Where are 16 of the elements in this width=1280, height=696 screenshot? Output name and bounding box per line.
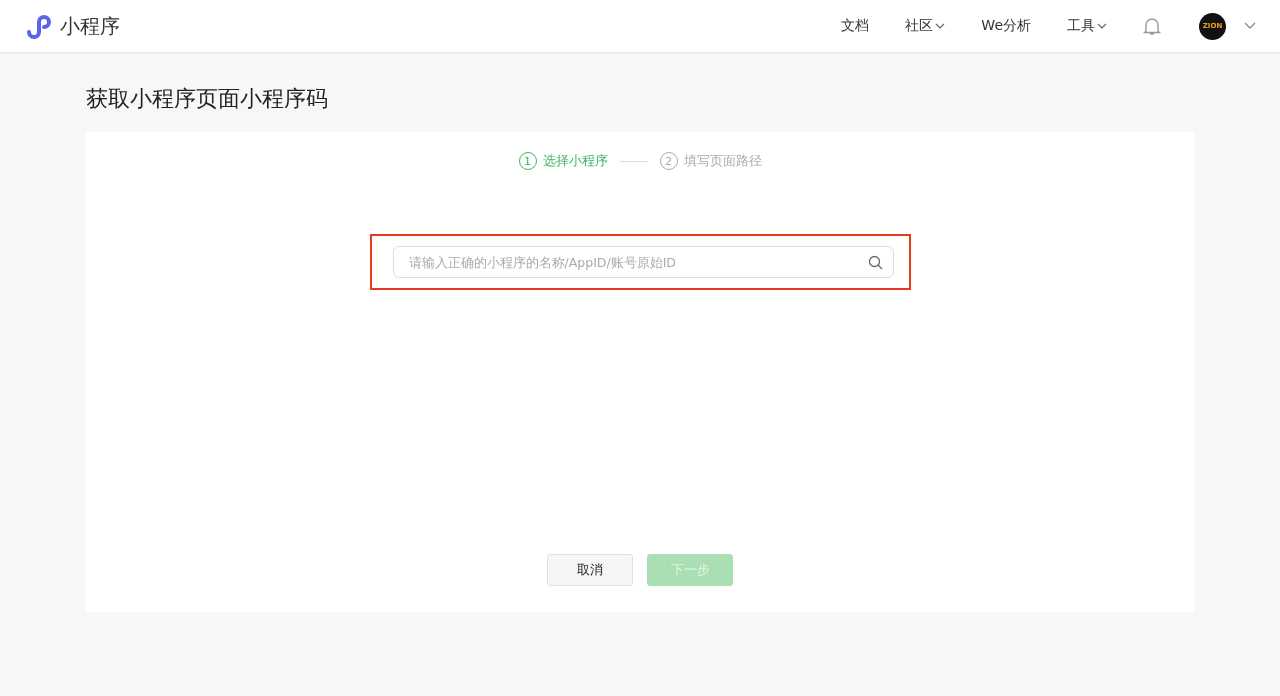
caret-icon [935,23,946,29]
nav-link[interactable]: We分析 [981,17,1031,35]
caret-icon[interactable] [1244,22,1256,30]
page-title: 获取小程序页面小程序码 [86,85,329,113]
step-indicator: 2 填写页面路径 [659,152,762,170]
nav-link[interactable]: 文档 [841,17,870,35]
nav-link[interactable]: 社区 [905,17,946,35]
search-icon[interactable] [867,255,883,270]
app-name: 小程序 [60,12,120,40]
step-indicator: 1 选择小程序 [518,152,608,170]
bell-icon[interactable] [1143,16,1161,36]
cancel-button[interactable]: 取消 [547,554,633,586]
logo-icon [24,13,54,39]
nav-link[interactable]: 工具 [1067,17,1107,35]
caret-icon [1097,23,1107,29]
search-field[interactable]: 请输入正确的小程序的名称/AppID/账号原始ID [392,246,894,278]
